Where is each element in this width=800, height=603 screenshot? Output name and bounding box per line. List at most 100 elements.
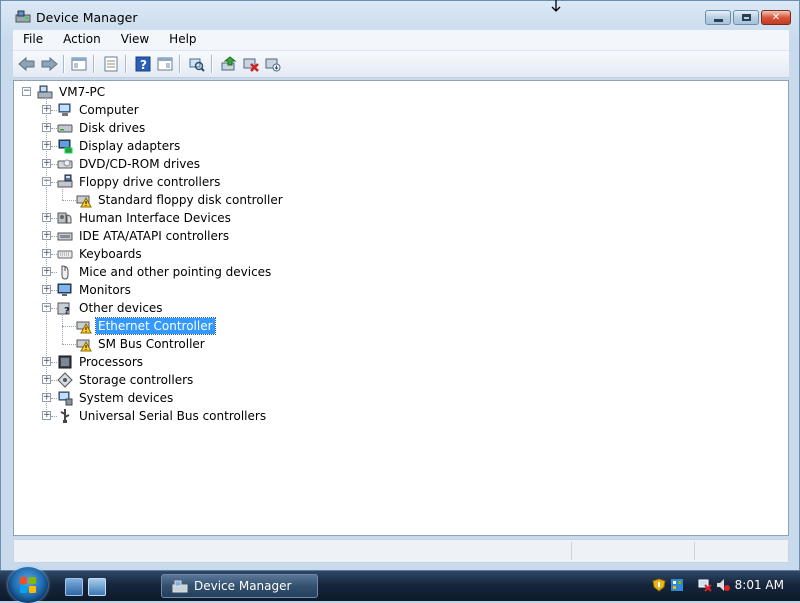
tree-item-dvd-cd-rom-drives[interactable]: DVD/CD-ROM drives	[77, 156, 202, 172]
menu-bar: File Action View Help	[13, 30, 789, 51]
tree-item-monitors[interactable]: Monitors	[77, 282, 133, 298]
notification-area: 8:01 AM	[644, 571, 800, 601]
keyboard-icon	[57, 246, 73, 262]
device-manager-window: Device Manager ✕ File Action View Help ?	[0, 0, 800, 570]
maximize-button[interactable]	[733, 10, 759, 25]
tree-item-sm-bus-controller[interactable]: SM Bus Controller	[96, 336, 207, 352]
taskbar-button-label: Device Manager	[194, 579, 292, 593]
minimize-icon	[713, 18, 723, 22]
forward-button[interactable]	[39, 54, 59, 74]
minimize-button[interactable]	[705, 10, 731, 25]
usb-icon	[57, 408, 73, 424]
update-driver-icon	[221, 56, 237, 71]
toolbar-separator	[63, 55, 65, 73]
toolbar-separator	[211, 55, 213, 73]
tree-connector	[62, 344, 76, 345]
tree-root-label[interactable]: VM7-PC	[57, 84, 107, 100]
console-tree-button[interactable]	[69, 54, 89, 74]
tree-item-system-devices[interactable]: System devices	[77, 390, 175, 406]
taskbar: Device Manager 8:01 AM	[0, 567, 800, 603]
tree-item-storage-controllers[interactable]: Storage controllers	[77, 372, 195, 388]
status-bar	[13, 539, 789, 563]
device-manager-icon	[172, 580, 188, 593]
maximize-icon	[741, 14, 751, 21]
status-segment	[571, 542, 572, 560]
device-tree[interactable]: − VM7-PC + Computer + Disk drives + Display ada…	[13, 80, 789, 536]
hid-icon	[57, 210, 73, 226]
tree-item-universal-serial-bus-controllers[interactable]: Universal Serial Bus controllers	[77, 408, 268, 424]
windows-logo-icon	[20, 577, 36, 593]
warning-device-icon	[76, 336, 92, 352]
menu-view[interactable]: View	[111, 30, 159, 50]
tree-item-other-devices[interactable]: Other devices	[77, 300, 165, 316]
security-shield-icon[interactable]	[652, 578, 666, 592]
tree-item-display-adapters[interactable]: Display adapters	[77, 138, 182, 154]
tree-item-mice-and-other-pointing-devices[interactable]: Mice and other pointing devices	[77, 264, 273, 280]
windows-update-icon[interactable]	[670, 578, 684, 592]
switch-windows-icon[interactable]	[88, 578, 106, 596]
computer-icon	[57, 102, 73, 118]
warning-device-icon	[76, 192, 92, 208]
uninstall-button[interactable]	[263, 54, 283, 74]
properties-icon	[104, 56, 118, 72]
mouse-cursor-icon	[551, 0, 561, 15]
system-device-icon	[57, 390, 73, 406]
expander-root[interactable]: −	[22, 87, 31, 96]
help-button[interactable]: ?	[133, 54, 153, 74]
close-button[interactable]: ✕	[761, 10, 791, 25]
toolbar-separator	[125, 55, 127, 73]
tree-item-disk-drives[interactable]: Disk drives	[77, 120, 147, 136]
tree-connector	[46, 96, 47, 416]
menu-action[interactable]: Action	[53, 30, 111, 50]
update-driver-button[interactable]	[219, 54, 239, 74]
network-disconnected-icon[interactable]	[698, 578, 712, 592]
display-adapter-icon	[57, 138, 73, 154]
back-arrow-icon	[18, 56, 35, 72]
forward-arrow-icon	[41, 56, 58, 72]
start-button[interactable]	[8, 567, 48, 603]
show-hide-action-pane-icon	[157, 57, 173, 71]
taskbar-device-manager-button[interactable]: Device Manager	[161, 574, 318, 598]
action-pane-button[interactable]	[155, 54, 175, 74]
show-desktop-icon[interactable]	[65, 578, 83, 596]
tree-item-keyboards[interactable]: Keyboards	[77, 246, 144, 262]
back-button[interactable]	[17, 54, 37, 74]
close-icon: ✕	[771, 12, 781, 23]
tree-item-standard-floppy-disk-controller[interactable]: Standard floppy disk controller	[96, 192, 285, 208]
svg-text:?: ?	[64, 306, 70, 316]
tree-item-floppy-drive-controllers[interactable]: Floppy drive controllers	[77, 174, 222, 190]
show-hide-console-tree-icon	[71, 57, 87, 71]
monitor-icon	[57, 282, 73, 298]
mouse-icon	[57, 264, 73, 280]
tree-item-ide-ata-atapi-controllers[interactable]: IDE ATA/ATAPI controllers	[77, 228, 231, 244]
processor-icon	[57, 354, 73, 370]
dvd-drive-icon	[57, 156, 73, 172]
toolbar-separator	[93, 55, 95, 73]
device-manager-icon	[15, 10, 31, 23]
disable-device-icon	[243, 58, 259, 72]
tree-connector	[62, 326, 76, 327]
tree-item-processors[interactable]: Processors	[77, 354, 145, 370]
storage-controller-icon	[57, 372, 73, 388]
computer-root-icon	[37, 84, 53, 100]
volume-muted-icon[interactable]	[716, 578, 730, 592]
disable-button[interactable]	[241, 54, 261, 74]
menu-file[interactable]: File	[13, 30, 53, 50]
unknown-device-icon: ?	[57, 300, 73, 317]
tree-item-computer[interactable]: Computer	[77, 102, 141, 118]
uninstall-device-icon	[265, 58, 281, 72]
tree-item-ethernet-controller[interactable]: Ethernet Controller	[95, 317, 216, 335]
tree-item-human-interface-devices[interactable]: Human Interface Devices	[77, 210, 233, 226]
disk-drive-icon	[57, 120, 73, 136]
title-bar[interactable]: Device Manager ✕	[1, 1, 799, 29]
caption-buttons: ✕	[705, 10, 791, 25]
warning-device-icon	[76, 318, 92, 334]
window-title: Device Manager	[36, 10, 138, 25]
scan-button[interactable]	[187, 54, 207, 74]
tree-connector	[62, 187, 63, 200]
toolbar: ?	[13, 51, 789, 78]
clock[interactable]: 8:01 AM	[735, 578, 784, 592]
menu-help[interactable]: Help	[159, 30, 206, 50]
properties-button[interactable]	[101, 54, 121, 74]
floppy-controller-icon	[57, 174, 73, 190]
